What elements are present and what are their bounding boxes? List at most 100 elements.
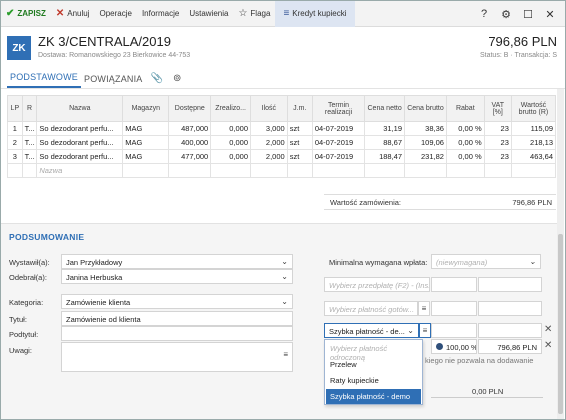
credit-label: Kredyt kupiecki	[292, 9, 347, 18]
settings-label: Ustawienia	[189, 9, 229, 18]
cell-net-price: 188,47	[364, 149, 406, 164]
column-header[interactable]: LP	[7, 95, 23, 122]
list-icon: ≡	[283, 350, 288, 359]
cell-r: T...	[21, 135, 38, 150]
title-input[interactable]: Zamówienie od klienta	[61, 311, 293, 326]
new-item-name-input[interactable]: Nazwa	[36, 163, 124, 178]
scrollbar-thumb[interactable]	[558, 234, 563, 414]
cell-date: 04-07-2019	[311, 149, 366, 164]
cell-name: So dezodorant perfu...	[36, 121, 124, 136]
cell-empty	[286, 163, 313, 178]
cell-name: So dezodorant perfu...	[36, 135, 124, 150]
remove-payment-icon[interactable]: ✕	[544, 324, 552, 335]
dropdown-item-installments[interactable]: Raty kupieckie	[326, 373, 421, 388]
cell-discount: 0,00 %	[445, 121, 485, 136]
column-header[interactable]: Zrealizo...	[210, 95, 252, 122]
column-header[interactable]: Rabat	[445, 95, 485, 122]
dropdown-item-transfer[interactable]: Przelew	[326, 357, 421, 372]
settings-menu[interactable]: Ustawienia	[184, 1, 233, 27]
subtitle-input[interactable]	[61, 326, 293, 341]
save-button[interactable]: ✔ ZAPISZ	[1, 1, 51, 27]
min-payment-select[interactable]: (niewymagana) ⌄	[431, 254, 541, 269]
prepayment-value	[478, 277, 542, 292]
notes-label: Uwagi:	[9, 346, 32, 355]
chevron-down-icon: ⌄	[407, 326, 414, 335]
title-label: Tytuł:	[9, 315, 27, 324]
help-icon[interactable]: ?	[473, 8, 495, 20]
delivery-address: Dostawa: Romanowskiego 23 Bierkowice 44-…	[38, 52, 191, 59]
cell-vat: 23	[483, 135, 512, 150]
cell-empty	[311, 163, 366, 178]
column-header[interactable]: Magazyn	[122, 95, 170, 122]
dropdown-placeholder: Wybierz płatność odroczoną	[330, 344, 388, 362]
cash-payment-select[interactable]: Wybierz płatność gotów...	[324, 301, 418, 316]
star-icon: ☆	[238, 8, 248, 19]
cell-lp: 1	[7, 121, 23, 136]
column-header[interactable]: J.m.	[286, 95, 313, 122]
issued-by-select[interactable]: Jan Przykładowy ⌄	[61, 254, 293, 269]
cancel-button[interactable]: ✕ Anuluj	[51, 1, 95, 27]
dropdown-item-quick-payment[interactable]: Szybka płatność - demo	[326, 389, 421, 404]
table-row[interactable]: 2 T... So dezodorant perfu... MAG 400,00…	[7, 135, 557, 150]
cell-unit: szt	[286, 135, 313, 150]
operations-label: Operacje	[99, 9, 132, 18]
column-header[interactable]: Ilość	[250, 95, 288, 122]
cell-empty	[122, 163, 170, 178]
column-header[interactable]: R	[21, 95, 38, 122]
paperclip-icon[interactable]: 📎	[146, 73, 168, 88]
cell-quantity: 2,000	[250, 135, 288, 150]
list-icon: ≡	[422, 326, 428, 335]
attachment-icon[interactable]: ⊚	[168, 73, 186, 88]
table-row[interactable]: 1 T... So dezodorant perfu... MAG 487,00…	[7, 121, 557, 136]
column-header[interactable]: Nazwa	[36, 95, 124, 122]
close-window-icon[interactable]: ✕	[539, 8, 561, 21]
chevron-down-icon: ⌄	[281, 297, 288, 306]
cell-gross-price: 109,06	[404, 135, 447, 150]
category-select[interactable]: Zamówienie klienta ⌄	[61, 294, 293, 309]
column-header[interactable]: Wartość brutto (R)	[510, 95, 557, 122]
table-row[interactable]: 3 T... So dezodorant perfu... MAG 477,00…	[7, 149, 557, 164]
cash-payment-list-button[interactable]: ≡	[418, 301, 430, 316]
percent-value: 100,00 %	[446, 343, 477, 352]
column-header[interactable]: Termin realizacji	[311, 95, 366, 122]
deferred-payment-select[interactable]: Szybka płatność - de... ⌄	[324, 323, 419, 338]
vertical-scrollbar[interactable]	[557, 89, 564, 419]
info-menu[interactable]: Informacje	[137, 1, 184, 27]
operations-menu[interactable]: Operacje	[94, 1, 136, 27]
credit-button[interactable]: ≡ Kredyt kupiecki	[275, 1, 355, 27]
cell-empty	[21, 163, 38, 178]
payment-dropdown: Wybierz płatność odroczoną Przelew Raty …	[324, 339, 423, 405]
issued-by-label: Wystawił(a):	[9, 258, 50, 267]
cell-quantity: 2,000	[250, 149, 288, 164]
summary-title: PODSUMOWANIE	[9, 232, 85, 242]
prepayment-placeholder: Wybierz przedpłatę (F2) - (Ins...	[329, 281, 430, 290]
notes-textarea[interactable]: ≡	[61, 342, 293, 372]
category-value: Zamówienie klienta	[66, 298, 131, 307]
remove-row-icon[interactable]: ✕	[544, 340, 552, 351]
save-label: ZAPISZ	[17, 9, 46, 18]
cash-payment-placeholder: Wybierz płatność gotów...	[329, 305, 415, 314]
column-header[interactable]: Dostępne	[168, 95, 212, 122]
cell-empty	[168, 163, 212, 178]
cell-empty	[483, 163, 512, 178]
deferred-payment-list-button[interactable]: ≡	[419, 323, 431, 338]
new-row[interactable]: Nazwa	[7, 163, 557, 178]
cell-available: 487,000	[168, 121, 212, 136]
maximize-icon[interactable]: ☐	[517, 8, 539, 21]
table-header: LP R Nazwa Magazyn Dostępne Zrealizo... …	[7, 95, 557, 122]
cell-net-price: 88,67	[364, 135, 406, 150]
column-header[interactable]: Cena netto	[364, 95, 406, 122]
tab-basic[interactable]: PODSTAWOWE	[7, 72, 81, 88]
tab-relations[interactable]: POWIĄZANIA	[81, 74, 146, 88]
column-header[interactable]: VAT [%]	[483, 95, 512, 122]
order-value-label: Wartość zamówienia:	[330, 198, 401, 207]
flag-button[interactable]: ☆ Flaga	[233, 1, 275, 27]
cell-fulfilled: 0,000	[210, 149, 252, 164]
cell-empty	[7, 163, 23, 178]
payment-amount-field[interactable]: 796,86 PLN	[478, 339, 542, 354]
cell-empty	[404, 163, 447, 178]
prepayment-select[interactable]: Wybierz przedpłatę (F2) - (Ins...	[324, 277, 430, 292]
column-header[interactable]: Cena brutto	[404, 95, 447, 122]
gear-icon[interactable]: ⚙	[495, 8, 517, 21]
received-by-select[interactable]: Janina Herbuska ⌄	[61, 269, 293, 284]
